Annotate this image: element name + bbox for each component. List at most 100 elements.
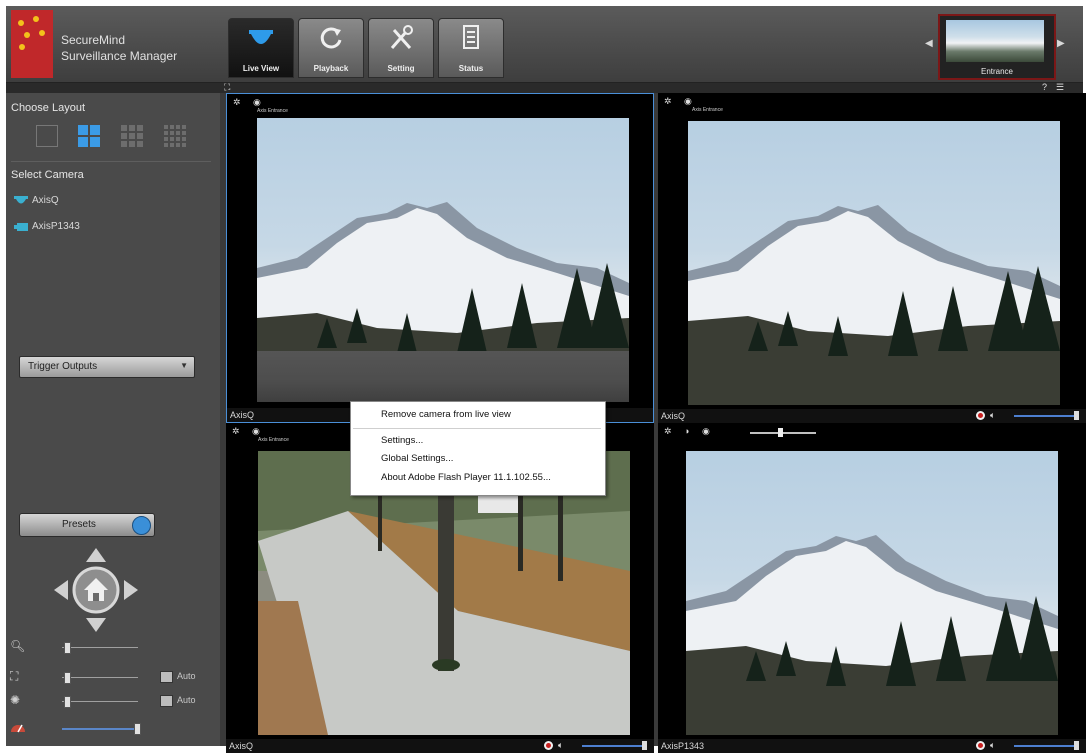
- camera-dome-icon: [249, 30, 273, 44]
- layout-3x3-button[interactable]: [121, 125, 143, 147]
- iris-auto-checkbox[interactable]: [160, 695, 173, 707]
- volume-slider-knob[interactable]: [642, 741, 647, 750]
- app-title: SecureMind Surveillance Manager: [61, 32, 177, 64]
- mountain-video-feed: [688, 121, 1060, 405]
- speed-icon: [11, 724, 25, 733]
- zoom-control: 🔍︎: [10, 639, 210, 655]
- preview-next-arrow[interactable]: ▶: [1057, 38, 1065, 49]
- pane-toolbar-icons: ✲ ◉: [233, 97, 261, 107]
- pane-toolbar-icons: ✲ ◉: [232, 426, 260, 436]
- speaker-icon[interactable]: 🔈︎: [558, 740, 563, 751]
- tab-live-view[interactable]: Live View: [228, 18, 294, 78]
- camera-section-title: Select Camera: [11, 169, 84, 181]
- brightness-slider-knob[interactable]: [778, 428, 783, 437]
- speed-slider[interactable]: [62, 728, 138, 730]
- pane-camera-label: AxisQ: [230, 410, 255, 420]
- mountain-video-feed: [257, 118, 629, 402]
- video-pane-1[interactable]: ✲ ◉ Axis Entrance AxisQ: [226, 93, 654, 423]
- brightness-slider[interactable]: [750, 432, 816, 434]
- speaker-icon[interactable]: 🔈︎: [990, 410, 995, 421]
- layout-section-title: Choose Layout: [11, 102, 85, 114]
- presets-button[interactable]: Presets: [19, 513, 155, 537]
- speaker-icon[interactable]: 🔈︎: [990, 740, 995, 751]
- record-icon[interactable]: [544, 741, 553, 750]
- ptz-down-arrow-icon: [86, 618, 106, 632]
- layout-2x2-button[interactable]: [78, 125, 100, 147]
- video-pane-4[interactable]: ✲ ◑ ◉ AxisP1343 🔈︎: [658, 423, 1086, 753]
- menu-item-global-settings[interactable]: Global Settings...: [381, 453, 453, 464]
- trigger-outputs-label: Trigger Outputs: [28, 361, 98, 372]
- iris-control: ✺ Auto: [10, 693, 210, 709]
- pane-footer: AxisP1343 🔈︎: [658, 739, 1086, 753]
- video-overlay-label: Axis Entrance: [692, 107, 723, 113]
- video-overlay-label: Axis Entrance: [257, 108, 288, 114]
- iris-slider[interactable]: [62, 701, 138, 702]
- tab-label: Playback: [313, 64, 349, 73]
- iris-slider-knob[interactable]: [63, 696, 71, 708]
- record-icon[interactable]: [976, 411, 985, 420]
- menu-item-settings[interactable]: Settings...: [381, 435, 423, 446]
- ptz-up-arrow-icon: [86, 548, 106, 562]
- settings-icon[interactable]: ☰: [1056, 82, 1064, 93]
- divider: [11, 161, 211, 162]
- pane-camera-label: AxisQ: [229, 741, 254, 751]
- logo: [11, 10, 53, 78]
- preview-image: [946, 20, 1044, 62]
- app-name-line2: Surveillance Manager: [61, 49, 178, 63]
- pane-footer: AxisQ 🔈︎: [226, 739, 654, 753]
- tab-status[interactable]: Status: [438, 18, 504, 78]
- preview-prev-arrow[interactable]: ◀: [925, 38, 933, 49]
- zoom-slider[interactable]: [62, 647, 138, 648]
- focus-icon: ⛶: [10, 669, 19, 683]
- volume-slider[interactable]: [582, 745, 646, 747]
- app-name-line1: SecureMind: [61, 33, 126, 47]
- volume-slider[interactable]: [1014, 745, 1078, 747]
- context-menu: Remove camera from live view Settings...…: [350, 401, 606, 496]
- fullscreen-icon[interactable]: ⛶: [224, 82, 230, 93]
- focus-slider-knob[interactable]: [63, 672, 71, 684]
- menu-item-about-flash[interactable]: About Adobe Flash Player 11.1.102.55...: [381, 472, 551, 483]
- layout-4x4-button[interactable]: [164, 125, 186, 147]
- tab-label: Setting: [387, 64, 415, 73]
- focus-slider[interactable]: [62, 677, 138, 678]
- presets-label: Presets: [62, 519, 96, 530]
- help-icon[interactable]: ?: [1042, 82, 1047, 92]
- ptz-left-arrow-icon: [54, 580, 68, 600]
- speed-slider-knob[interactable]: [134, 723, 142, 735]
- layout-single-button[interactable]: [36, 125, 58, 147]
- focus-control: ⛶ Auto: [10, 669, 210, 685]
- menu-item-remove-camera[interactable]: Remove camera from live view: [381, 409, 511, 420]
- pane-footer: AxisQ 🔈︎: [658, 409, 1086, 423]
- tab-setting[interactable]: Setting: [368, 18, 434, 78]
- tab-playback[interactable]: Playback: [298, 18, 364, 78]
- volume-slider-knob[interactable]: [1074, 411, 1079, 420]
- refresh-icon: [320, 27, 342, 49]
- volume-slider-knob[interactable]: [1074, 741, 1079, 750]
- record-icon[interactable]: [976, 741, 985, 750]
- volume-slider[interactable]: [1014, 415, 1078, 417]
- camera-label: AxisQ: [32, 195, 59, 206]
- sidebar: Choose Layout Select Camera AxisQ AxisP1…: [6, 93, 220, 746]
- camera-preview-thumbnail[interactable]: Entrance: [938, 14, 1056, 80]
- document-icon: [463, 25, 479, 49]
- pane-toolbar-icons: ✲ ◉: [664, 96, 692, 106]
- tab-label: Live View: [242, 64, 280, 73]
- video-pane-2[interactable]: ✲ ◉ Axis Entrance AxisQ 🔈︎: [658, 93, 1086, 423]
- header: SecureMind Surveillance Manager Live Vie…: [6, 6, 1083, 83]
- iris-icon: ✺: [10, 693, 21, 707]
- menu-separator: [353, 428, 601, 429]
- toolbar-strip: ⛶ ? ☰: [6, 82, 1083, 93]
- tab-label: Status: [458, 64, 484, 73]
- mountain-video-feed: [686, 451, 1058, 735]
- focus-auto-label: Auto: [177, 671, 196, 681]
- pane-camera-label: AxisP1343: [661, 741, 705, 751]
- trigger-outputs-dropdown[interactable]: Trigger Outputs ▼: [19, 356, 195, 378]
- zoom-slider-knob[interactable]: [63, 642, 71, 654]
- presets-dropdown-icon[interactable]: [132, 516, 151, 535]
- chevron-down-icon: ▼: [180, 361, 188, 370]
- preview-label: Entrance: [980, 67, 1014, 76]
- box-camera-icon: [14, 223, 28, 231]
- focus-auto-checkbox[interactable]: [160, 671, 173, 683]
- tools-icon: [390, 25, 413, 49]
- ptz-control: [54, 548, 138, 632]
